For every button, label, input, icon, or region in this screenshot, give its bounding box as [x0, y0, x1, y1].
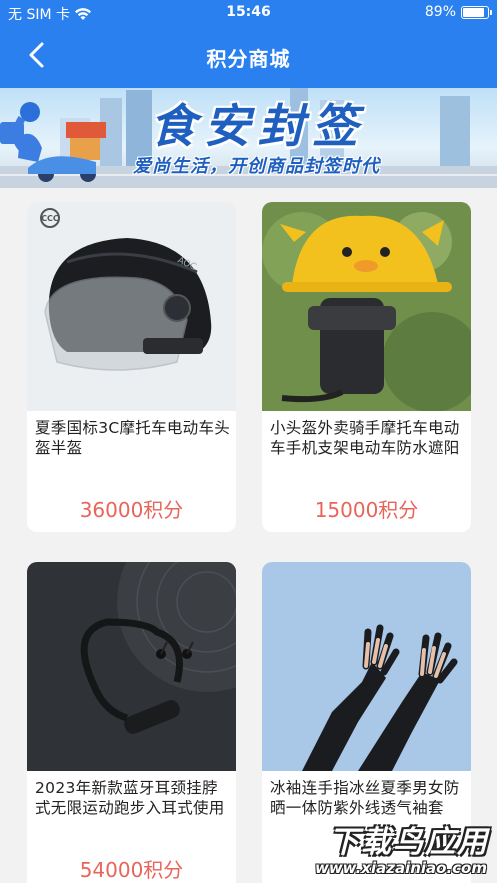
product-name: 冰袖连手指冰丝夏季男女防晒一体防紫外线透气袖套	[270, 779, 460, 817]
product-card-sleeves[interactable]: 冰袖连手指冰丝夏季男女防晒一体防紫外线透气袖套	[262, 562, 471, 883]
svg-text:CCC: CCC	[41, 214, 59, 223]
product-name: 小头盔外卖骑手摩托车电动车手机支架电动车防水遮阳	[270, 419, 460, 457]
battery-status: 89%	[424, 4, 492, 20]
product-card-earphones[interactable]: 2023年新款蓝牙耳颈挂脖式无限运动跑步入耳式使用 54000积分	[27, 562, 236, 883]
product-image-sleeves	[262, 562, 471, 771]
promo-banner[interactable]: 食安封签 爱尚生活，开创商品封签时代	[0, 88, 497, 188]
product-name: 2023年新款蓝牙耳颈挂脖式无限运动跑步入耳式使用	[35, 779, 225, 817]
battery-percent: 89%	[424, 4, 456, 20]
product-image-earphones	[27, 562, 236, 771]
product-card-helmet[interactable]: CCC AOC 夏季国标3C摩托车电动车头盔半盔 36000积分	[27, 202, 236, 532]
product-name: 夏季国标3C摩托车电动车头盔半盔	[35, 419, 231, 457]
product-card-phone-holder[interactable]: 小头盔外卖骑手摩托车电动车手机支架电动车防水遮阳 15000积分	[262, 202, 471, 532]
page-title: 积分商城	[206, 47, 291, 71]
status-bar: 无 SIM 卡 15:46 89%	[0, 0, 497, 26]
product-price: 15000积分	[314, 498, 419, 522]
product-image-phone-holder	[262, 202, 471, 411]
product-image-helmet: CCC AOC	[27, 202, 236, 411]
app-header: 无 SIM 卡 15:46 89% 积分商城	[0, 0, 497, 88]
banner-title: 食安封签	[150, 99, 366, 153]
banner-subtitle: 爱尚生活，开创商品封签时代	[133, 156, 380, 177]
battery-icon	[461, 5, 492, 19]
status-time: 15:46	[226, 4, 271, 20]
product-price: 54000积分	[79, 858, 184, 882]
product-price: 36000积分	[79, 498, 184, 522]
